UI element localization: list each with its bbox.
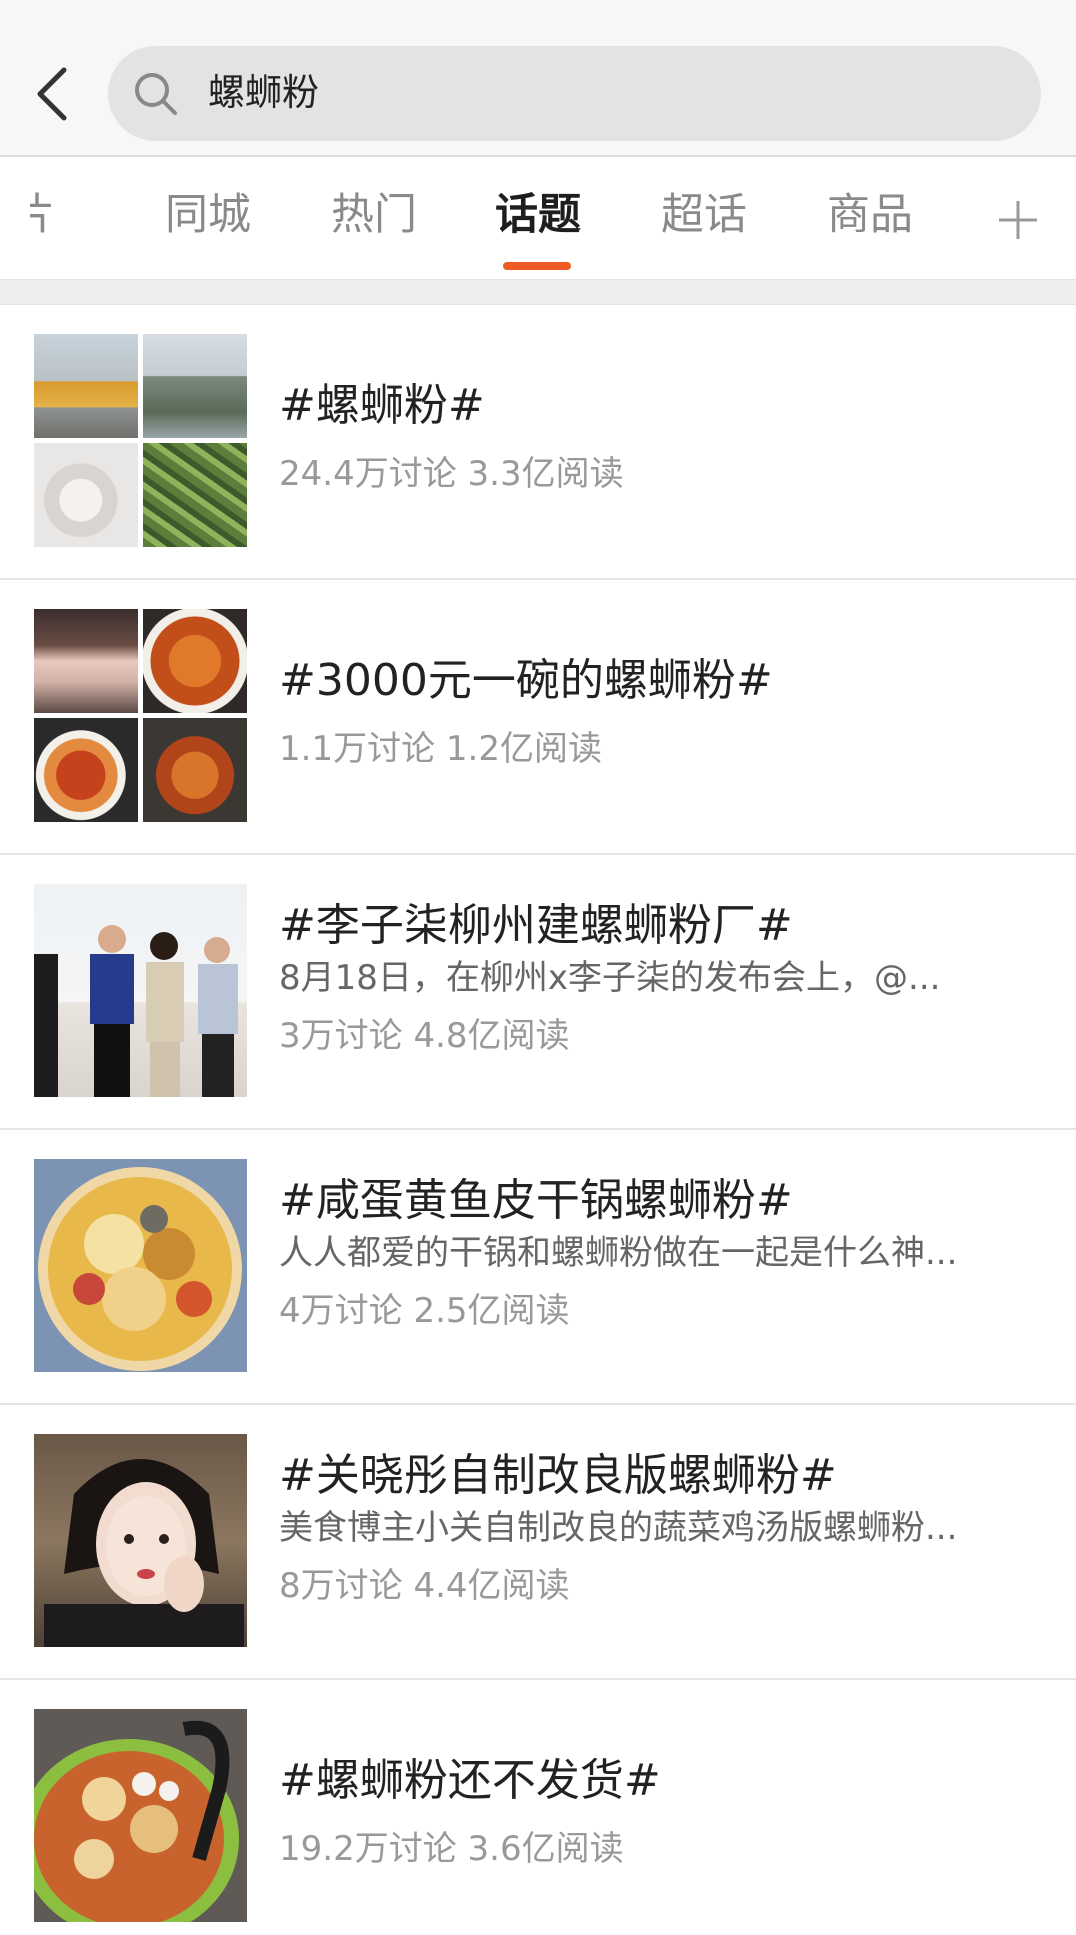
topic-title: #李子柒柳州建螺蛳粉厂# <box>279 900 793 951</box>
topic-thumbnail <box>34 884 247 1097</box>
topic-row[interactable]: #3000元一碗的螺蛳粉# 1.1万讨论 1.2亿阅读 <box>0 580 1076 855</box>
back-button[interactable] <box>30 64 74 124</box>
search-icon <box>135 73 177 115</box>
topic-title: #螺蛳粉# <box>279 380 485 431</box>
active-tab-indicator <box>503 262 571 270</box>
topic-title: #咸蛋黄鱼皮干锅螺蛳粉# <box>279 1175 793 1226</box>
tab-local[interactable]: 同城 <box>160 185 256 245</box>
thumbnail-image <box>34 609 138 713</box>
topic-thumbnail <box>34 1159 247 1372</box>
topic-description: 美食博主小关自制改良的蔬菜鸡汤版螺蛳粉... <box>279 1508 958 1548</box>
topic-stats: 19.2万讨论 3.6亿阅读 <box>279 1829 624 1869</box>
topic-stats: 3万讨论 4.8亿阅读 <box>279 1016 570 1056</box>
topic-stats: 8万讨论 4.4亿阅读 <box>279 1566 570 1606</box>
thumbnail-image <box>143 609 247 713</box>
topic-stats: 24.4万讨论 3.3亿阅读 <box>279 454 624 494</box>
topic-description: 人人都爱的干锅和螺蛳粉做在一起是什么神... <box>279 1233 958 1273</box>
topic-row[interactable]: #李子柒柳州建螺蛳粉厂# 8月18日，在柳州x李子柒的发布会上，@... 3万讨… <box>0 855 1076 1130</box>
topic-row[interactable]: #螺蛳粉还不发货# 19.2万讨论 3.6亿阅读 <box>0 1680 1076 1935</box>
thumbnail-image <box>34 718 138 822</box>
section-divider <box>0 279 1076 305</box>
chevron-left-icon <box>37 67 67 121</box>
topic-title: #关晓彤自制改良版螺蛳粉# <box>279 1450 837 1501</box>
topic-description: 8月18日，在柳州x李子柒的发布会上，@... <box>279 958 941 998</box>
thumbnail-image <box>143 334 247 438</box>
plus-icon[interactable] <box>995 197 1041 243</box>
thumbnail-image <box>34 1720 239 1922</box>
thumbnail-image <box>34 443 138 547</box>
topic-thumbnail <box>34 1434 247 1647</box>
topic-stats: 4万讨论 2.5亿阅读 <box>279 1291 570 1331</box>
topic-title: #3000元一碗的螺蛳粉# <box>279 655 773 706</box>
thumbnail-image <box>143 718 247 822</box>
topic-stats: 1.1万讨论 1.2亿阅读 <box>279 729 602 769</box>
tab-super-topics[interactable]: 超话 <box>656 185 752 245</box>
tab-products[interactable]: 商品 <box>822 185 918 245</box>
tab-hot[interactable]: 热门 <box>326 185 422 245</box>
tab-pictures[interactable]: 片 <box>30 185 100 245</box>
topic-thumbnail <box>34 609 247 822</box>
topic-row[interactable]: #螺蛳粉# 24.4万讨论 3.3亿阅读 <box>0 305 1076 580</box>
topic-row[interactable]: #关晓彤自制改良版螺蛳粉# 美食博主小关自制改良的蔬菜鸡汤版螺蛳粉... 8万讨… <box>0 1405 1076 1680</box>
thumbnail-image <box>38 1167 242 1371</box>
topic-title: #螺蛳粉还不发货# <box>279 1755 661 1806</box>
thumbnail-image <box>143 443 247 547</box>
thumbnail-image <box>34 925 238 1097</box>
search-header: 螺蛳粉 <box>0 0 1076 157</box>
thumbnail-image <box>44 1459 244 1647</box>
topic-thumbnail <box>34 1709 247 1922</box>
topic-row[interactable]: #咸蛋黄鱼皮干锅螺蛳粉# 人人都爱的干锅和螺蛳粉做在一起是什么神... 4万讨论… <box>0 1130 1076 1405</box>
category-tabs: 片 同城 热门 话题 超话 商品 <box>0 157 1076 279</box>
thumbnail-image <box>34 334 138 438</box>
tab-topics[interactable]: 话题 <box>490 185 586 245</box>
topic-thumbnail <box>34 334 247 547</box>
search-query: 螺蛳粉 <box>208 71 319 114</box>
search-input[interactable]: 螺蛳粉 <box>108 46 1041 141</box>
